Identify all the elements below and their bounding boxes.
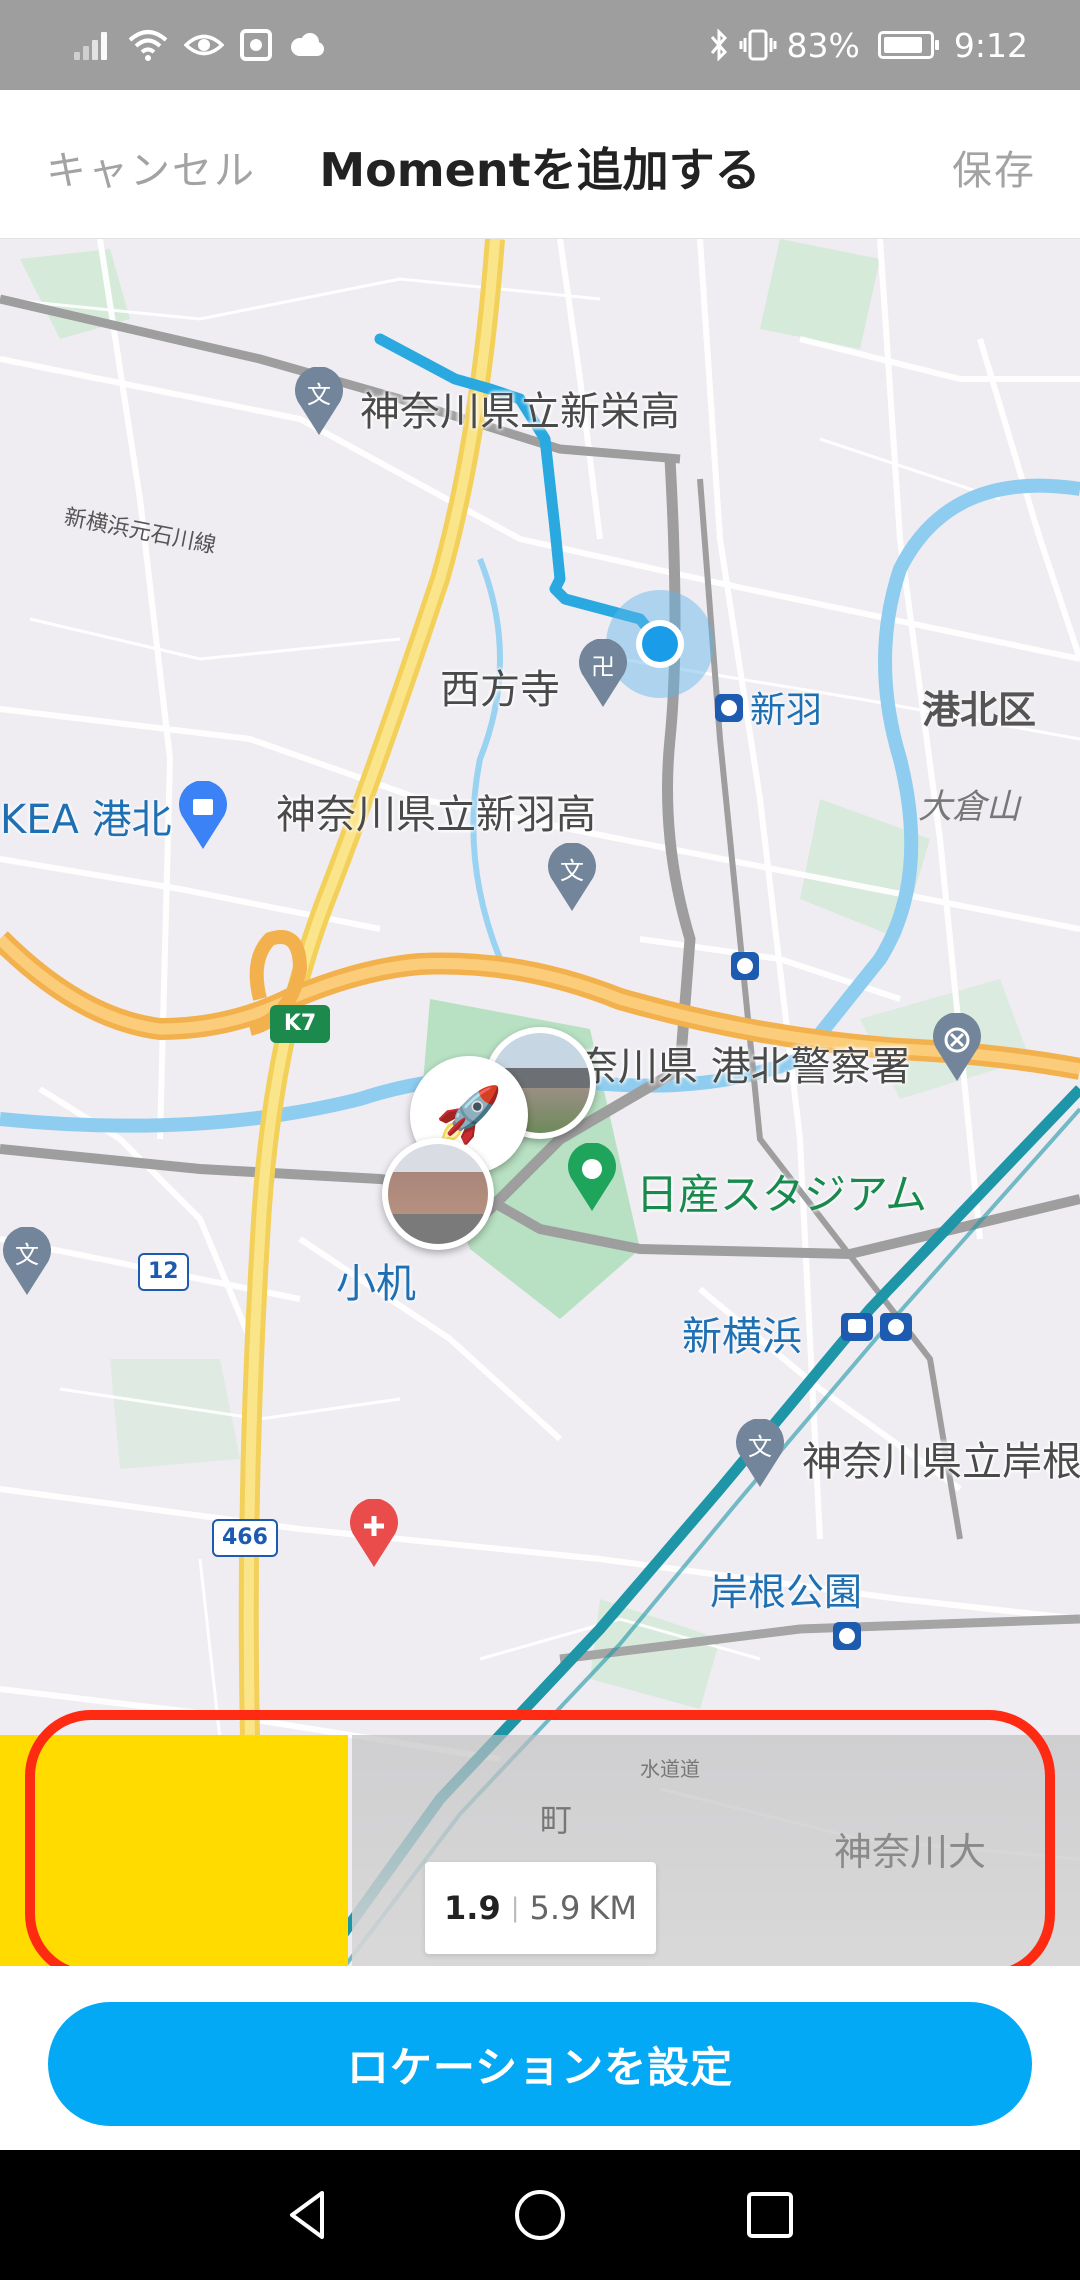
clock: 9:12	[953, 25, 1028, 65]
route-badge-12: 12	[138, 1253, 189, 1291]
label-temple: 西方寺	[440, 667, 560, 713]
map-view[interactable]: 神奈川県立新栄高 新横浜元石川線 西方寺 新羽 港北区 大倉山 KEA 港北 神…	[0, 239, 1080, 1966]
station-icons-shin-yokohama	[841, 1313, 912, 1341]
set-location-button[interactable]: ロケーションを設定	[48, 2002, 1032, 2126]
school-pin-icon[interactable]: 文	[545, 843, 599, 913]
save-button[interactable]: 保存	[952, 138, 1036, 196]
hospital-pin-icon[interactable]	[347, 1499, 401, 1569]
label-kishine-park: 岸根公園	[710, 1570, 863, 1614]
svg-text:文: 文	[748, 1433, 772, 1461]
camera-square-icon	[240, 29, 272, 61]
status-bar: 83% 9:12	[0, 0, 1080, 90]
school-pin-icon[interactable]: 文	[0, 1227, 54, 1297]
police-pin-icon[interactable]	[930, 1013, 984, 1083]
recents-icon[interactable]	[740, 2185, 800, 2245]
rocket-icon: 🚀	[435, 1083, 503, 1146]
label-school-shinei: 神奈川県立新栄高	[360, 389, 680, 435]
label-ikea: KEA 港北	[0, 797, 172, 843]
svg-text:卍: 卍	[591, 653, 615, 681]
back-icon[interactable]	[278, 2185, 338, 2245]
battery-icon	[877, 31, 939, 59]
svg-text:文: 文	[560, 857, 584, 885]
label-school-kishine: 神奈川県立岸根	[802, 1439, 1080, 1485]
temple-pin-icon[interactable]: 卍	[576, 639, 630, 709]
label-police: 奈川県 港北警察署	[578, 1044, 911, 1090]
route-badge-k7: K7	[270, 1005, 330, 1043]
station-icon	[731, 952, 759, 980]
vibrate-icon	[739, 29, 777, 61]
status-right-icons: 83% 9:12	[709, 22, 1028, 68]
navigation-bar	[0, 2150, 1080, 2280]
svg-text:文: 文	[15, 1241, 39, 1269]
label-district: 港北区	[922, 688, 1037, 732]
label-kozukue: 小机	[336, 1261, 416, 1307]
header: キャンセル Momentを追加する 保存	[0, 90, 1080, 239]
label-okurayama: 大倉山	[918, 787, 1020, 827]
station-icon	[833, 1622, 861, 1650]
battery-percent: 83%	[786, 25, 860, 65]
station-icon	[715, 694, 743, 722]
weather-icon	[291, 33, 324, 56]
bluetooth-icon	[710, 28, 727, 62]
signal-icon	[74, 30, 112, 60]
label-school-nippa: 神奈川県立新羽高	[276, 792, 596, 838]
highlight-annotation	[25, 1710, 1055, 1980]
school-pin-icon[interactable]: 文	[733, 1419, 787, 1489]
route-badge-466: 466	[212, 1519, 278, 1557]
label-shin-yokohama: 新横浜	[682, 1314, 802, 1360]
stadium-pin-icon[interactable]	[565, 1143, 619, 1213]
label-stadium: 日産スタジアム	[636, 1170, 928, 1219]
svg-text:文: 文	[307, 381, 331, 409]
shopping-pin-icon[interactable]	[176, 781, 230, 851]
label-station-nippa: 新羽	[750, 690, 823, 731]
station-photo-marker[interactable]	[382, 1138, 494, 1250]
wifi-icon	[128, 30, 168, 61]
page-title: Momentを追加する	[319, 143, 761, 197]
status-left-icons	[74, 22, 326, 68]
home-icon[interactable]	[510, 2185, 570, 2245]
school-pin-icon[interactable]: 文	[292, 367, 346, 437]
eye-icon	[184, 34, 224, 56]
